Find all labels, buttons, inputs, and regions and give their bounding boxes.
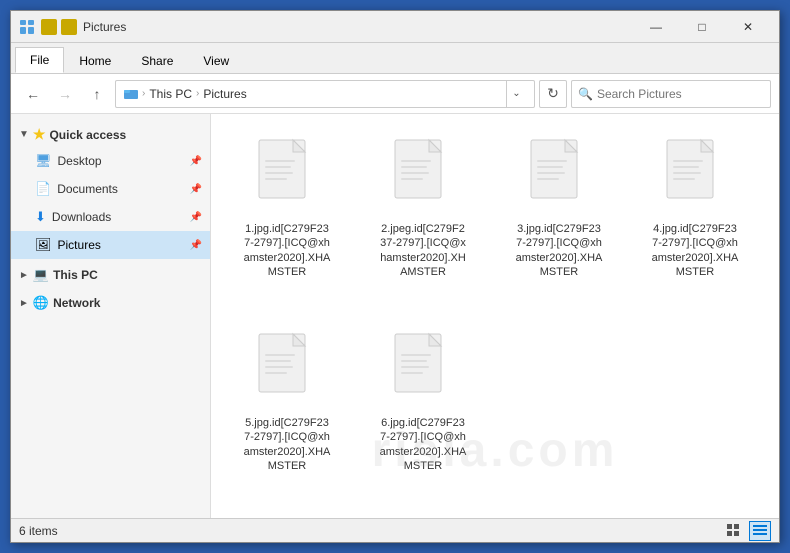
ribbon-tabs: File Home Share View: [11, 43, 779, 73]
this-pc-icon: 💻: [33, 267, 49, 283]
maximize-button[interactable]: □: [679, 11, 725, 43]
window-controls: — □ ✕: [633, 11, 771, 43]
file-label-2: 2.jpeg.id[C279F237-2797].[ICQ@xhamster20…: [380, 222, 466, 279]
pin-icon: 📌: [190, 156, 202, 167]
grid-view-button[interactable]: [749, 521, 771, 541]
file-item-2[interactable]: 2.jpeg.id[C279F237-2797].[ICQ@xhamster20…: [363, 130, 483, 308]
main-area: ▼ ★ Quick access 🖥 Desktop 📌 📄 Documents…: [11, 114, 779, 518]
window-title: Pictures: [83, 20, 633, 34]
pin-icon-3: 📌: [190, 212, 202, 223]
file-icon-3: [527, 138, 591, 218]
file-icon-5: [255, 332, 319, 412]
sidebar: ▼ ★ Quick access 🖥 Desktop 📌 📄 Documents…: [11, 114, 211, 518]
network-header[interactable]: ► 🌐 Network: [11, 291, 210, 315]
qs-fwd-icon: [61, 19, 77, 35]
file-item-5[interactable]: 5.jpg.id[C279F237-2797].[ICQ@xhamster202…: [227, 324, 347, 502]
file-icon-1: [255, 138, 319, 218]
file-label-1: 1.jpg.id[C279F237-2797].[ICQ@xhamster202…: [244, 222, 331, 279]
file-item-4[interactable]: 4.jpg.id[C279F237-2797].[ICQ@xhamster202…: [635, 130, 755, 308]
network-icon: 🌐: [33, 295, 49, 311]
this-pc-section: ► 💻 This PC: [11, 263, 210, 287]
status-bar: 6 items: [11, 518, 779, 542]
close-button[interactable]: ✕: [725, 11, 771, 43]
file-icon-2: [391, 138, 455, 218]
file-item-1[interactable]: 1.jpg.id[C279F237-2797].[ICQ@xhamster202…: [227, 130, 347, 308]
search-input[interactable]: [597, 87, 764, 101]
chevron-icon-2: ›: [196, 88, 199, 99]
file-icon-4: [663, 138, 727, 218]
sidebar-item-downloads-label: Downloads: [52, 210, 111, 224]
window-icon: [19, 19, 35, 35]
refresh-button[interactable]: ↻: [539, 80, 567, 108]
sidebar-item-desktop-label: Desktop: [58, 154, 102, 168]
quick-save-icons: [41, 19, 77, 35]
back-button[interactable]: ←: [19, 80, 47, 108]
search-box[interactable]: 🔍: [571, 80, 771, 108]
sidebar-item-pictures[interactable]: 🖼 Pictures 📌: [11, 231, 210, 259]
minimize-button[interactable]: —: [633, 11, 679, 43]
path-pictures: Pictures: [203, 87, 246, 101]
sidebar-item-documents-label: Documents: [57, 182, 118, 196]
view-controls: [723, 521, 771, 541]
search-icon: 🔍: [578, 87, 593, 101]
sidebar-item-downloads[interactable]: ⬇ Downloads 📌: [11, 203, 210, 231]
tab-view[interactable]: View: [188, 47, 244, 73]
quick-access-header[interactable]: ▼ ★ Quick access: [11, 122, 210, 147]
qs-back-icon: [41, 19, 57, 35]
list-view-button[interactable]: [723, 521, 745, 541]
path-this-pc: This PC: [149, 87, 192, 101]
tab-share[interactable]: Share: [126, 47, 188, 73]
file-icon-6: [391, 332, 455, 412]
ribbon: File Home Share View: [11, 43, 779, 74]
forward-button[interactable]: →: [51, 80, 79, 108]
address-bar: ← → ↑ › This PC › Pictures ⌄ ↻ 🔍: [11, 74, 779, 114]
file-item-3[interactable]: 3.jpg.id[C279F237-2797].[ICQ@xhamster202…: [499, 130, 619, 308]
files-grid: 1.jpg.id[C279F237-2797].[ICQ@xhamster202…: [227, 130, 763, 502]
this-pc-label: This PC: [53, 268, 98, 282]
network-label: Network: [53, 296, 100, 310]
documents-icon: 📄: [35, 181, 51, 197]
this-pc-chevron: ►: [19, 270, 29, 281]
network-section: ► 🌐 Network: [11, 291, 210, 315]
content-area: 1.jpg.id[C279F237-2797].[ICQ@xhamster202…: [211, 114, 779, 518]
sidebar-item-pictures-label: Pictures: [58, 238, 101, 252]
pin-icon-2: 📌: [190, 184, 202, 195]
up-button[interactable]: ↑: [83, 80, 111, 108]
quick-access-section: ▼ ★ Quick access 🖥 Desktop 📌 📄 Documents…: [11, 122, 210, 259]
pin-icon-4: 📌: [190, 240, 202, 251]
file-item-6[interactable]: 6.jpg.id[C279F237-2797].[ICQ@xhamster202…: [363, 324, 483, 502]
quick-access-chevron: ▼: [19, 129, 29, 140]
file-label-3: 3.jpg.id[C279F237-2797].[ICQ@xhamster202…: [516, 222, 603, 279]
explorer-window: Pictures — □ ✕ File Home Share View ← → …: [10, 10, 780, 543]
network-chevron: ►: [19, 298, 29, 309]
desktop-icon: 🖥: [35, 153, 52, 169]
sidebar-item-documents[interactable]: 📄 Documents 📌: [11, 175, 210, 203]
address-path: › This PC › Pictures: [124, 87, 502, 101]
file-label-5: 5.jpg.id[C279F237-2797].[ICQ@xhamster202…: [244, 416, 331, 473]
tab-file[interactable]: File: [15, 47, 64, 73]
item-count: 6 items: [19, 524, 58, 538]
sidebar-item-desktop[interactable]: 🖥 Desktop 📌: [11, 147, 210, 175]
quick-access-star-icon: ★: [33, 126, 46, 143]
file-label-4: 4.jpg.id[C279F237-2797].[ICQ@xhamster202…: [652, 222, 739, 279]
title-bar: Pictures — □ ✕: [11, 11, 779, 43]
quick-access-label: Quick access: [49, 128, 126, 142]
address-dropdown[interactable]: ⌄: [506, 80, 526, 108]
chevron-icon: ›: [142, 88, 145, 99]
downloads-icon: ⬇: [35, 209, 46, 225]
tab-home[interactable]: Home: [64, 47, 126, 73]
this-pc-header[interactable]: ► 💻 This PC: [11, 263, 210, 287]
file-label-6: 6.jpg.id[C279F237-2797].[ICQ@xhamster202…: [380, 416, 467, 473]
pictures-icon: 🖼: [35, 237, 52, 253]
address-field[interactable]: › This PC › Pictures ⌄: [115, 80, 535, 108]
path-icon: [124, 87, 138, 101]
